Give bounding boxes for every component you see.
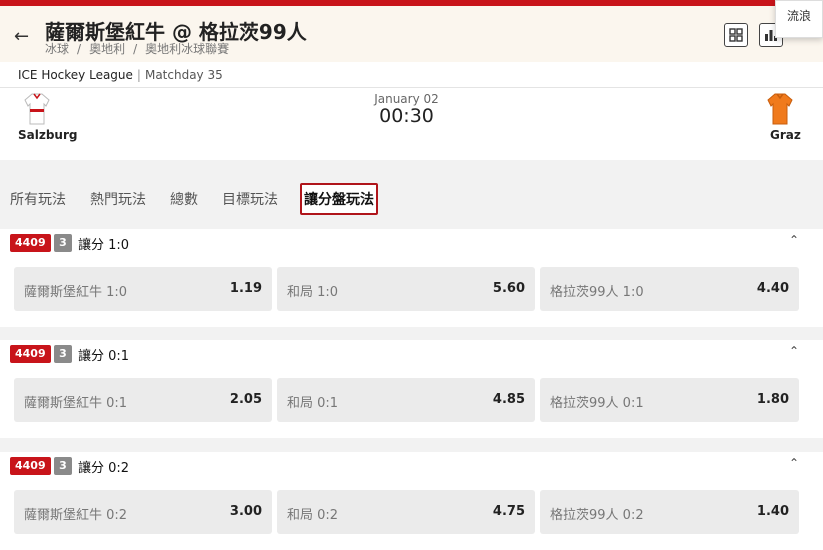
market-tabs: 所有玩法 熱門玩法 總數 目標玩法 讓分盤玩法 <box>0 180 823 216</box>
odds-label: 格拉茨99人 0:1 <box>550 396 644 411</box>
odds-button[interactable]: 薩爾斯堡紅牛 0:2 3.00 <box>14 490 272 534</box>
league-separator: | <box>136 68 141 82</box>
odds-value: 1.40 <box>756 504 789 519</box>
market-handicap-0-2: 4409 3 讓分 0:2 ⌃ 薩爾斯堡紅牛 0:2 3.00 和局 0:2 4… <box>0 452 823 550</box>
market-title: 讓分 0:2 <box>78 461 130 476</box>
market-handicap-0-1: 4409 3 讓分 0:1 ⌃ 薩爾斯堡紅牛 0:1 2.05 和局 0:1 4… <box>0 340 823 438</box>
market-header[interactable]: 4409 3 讓分 1:0 ⌃ <box>0 229 823 257</box>
market-title: 讓分 0:1 <box>78 349 130 364</box>
chevron-up-icon[interactable]: ⌃ <box>789 344 799 358</box>
odds-value: 1.19 <box>229 281 262 296</box>
away-jersey-icon <box>767 93 793 125</box>
market-handicap-1-0: 4409 3 讓分 1:0 ⌃ 薩爾斯堡紅牛 1:0 1.19 和局 1:0 5… <box>0 229 823 327</box>
match-time: 00:30 <box>379 105 434 127</box>
odds-label: 和局 0:1 <box>287 396 339 411</box>
tab-all[interactable]: 所有玩法 <box>10 189 66 209</box>
odds-button[interactable]: 薩爾斯堡紅牛 0:1 2.05 <box>14 378 272 422</box>
odds-value: 3.00 <box>229 504 262 519</box>
odds-label: 格拉茨99人 0:2 <box>550 508 644 523</box>
tab-goals[interactable]: 目標玩法 <box>222 189 278 209</box>
tab-totals[interactable]: 總數 <box>170 189 198 209</box>
back-arrow-icon[interactable]: ← <box>14 26 29 47</box>
tab-handicap[interactable]: 讓分盤玩法 <box>300 183 378 215</box>
market-title: 讓分 1:0 <box>78 238 130 253</box>
match-date: January 02 <box>374 92 439 106</box>
matchday-label: Matchday 35 <box>144 68 223 82</box>
odds-button[interactable]: 和局 1:0 5.60 <box>277 267 535 311</box>
odds-button[interactable]: 格拉茨99人 1:0 4.40 <box>540 267 799 311</box>
market-id-badge: 4409 <box>10 345 51 363</box>
odds-value: 5.60 <box>492 281 525 296</box>
chevron-up-icon[interactable]: ⌃ <box>789 456 799 470</box>
selection-count-badge: 3 <box>54 457 72 475</box>
market-header[interactable]: 4409 3 讓分 0:2 ⌃ <box>0 452 823 480</box>
odds-label: 和局 0:2 <box>287 508 339 523</box>
tab-popular[interactable]: 熱門玩法 <box>90 189 146 209</box>
market-id-badge: 4409 <box>10 457 51 475</box>
selection-count-badge: 3 <box>54 234 72 252</box>
league-bar: ICE Hockey League | Matchday 35 <box>0 62 823 88</box>
event-header: ← 薩爾斯堡紅牛 @ 格拉茨99人 冰球 / 奧地利 / 奧地利冰球聯賽 <box>0 6 823 62</box>
market-id-badge: 4409 <box>10 234 51 252</box>
breadcrumb-item-country[interactable]: 奧地利 <box>89 42 125 56</box>
stats-grid-icon[interactable] <box>724 23 748 47</box>
breadcrumb: 冰球 / 奧地利 / 奧地利冰球聯賽 <box>45 40 229 57</box>
breadcrumb-item-sport[interactable]: 冰球 <box>45 42 69 56</box>
odds-button[interactable]: 薩爾斯堡紅牛 1:0 1.19 <box>14 267 272 311</box>
chevron-up-icon[interactable]: ⌃ <box>789 233 799 247</box>
league-name[interactable]: ICE Hockey League <box>18 68 133 82</box>
away-team-name: Graz <box>770 128 801 142</box>
market-header[interactable]: 4409 3 讓分 0:1 ⌃ <box>0 340 823 368</box>
match-info: Salzburg January 02 00:30 Graz <box>0 88 823 160</box>
odds-label: 薩爾斯堡紅牛 1:0 <box>24 285 128 300</box>
breadcrumb-separator: / <box>77 42 82 56</box>
home-jersey-icon <box>24 93 50 125</box>
odds-value: 4.75 <box>492 504 525 519</box>
odds-value: 4.40 <box>756 281 789 296</box>
odds-button[interactable]: 格拉茨99人 0:2 1.40 <box>540 490 799 534</box>
odds-value: 2.05 <box>229 392 262 407</box>
selection-count-badge: 3 <box>54 345 72 363</box>
odds-button[interactable]: 和局 0:1 4.85 <box>277 378 535 422</box>
odds-button[interactable]: 和局 0:2 4.75 <box>277 490 535 534</box>
odds-value: 4.85 <box>492 392 525 407</box>
breadcrumb-item-league[interactable]: 奧地利冰球聯賽 <box>145 42 229 56</box>
odds-value: 1.80 <box>756 392 789 407</box>
floating-popup[interactable]: 流浪 <box>775 0 823 38</box>
breadcrumb-separator: / <box>133 42 138 56</box>
odds-button[interactable]: 格拉茨99人 0:1 1.80 <box>540 378 799 422</box>
odds-label: 薩爾斯堡紅牛 0:2 <box>24 508 128 523</box>
home-team-name: Salzburg <box>18 128 78 142</box>
odds-label: 格拉茨99人 1:0 <box>550 285 644 300</box>
odds-label: 和局 1:0 <box>287 285 339 300</box>
odds-label: 薩爾斯堡紅牛 0:1 <box>24 396 128 411</box>
